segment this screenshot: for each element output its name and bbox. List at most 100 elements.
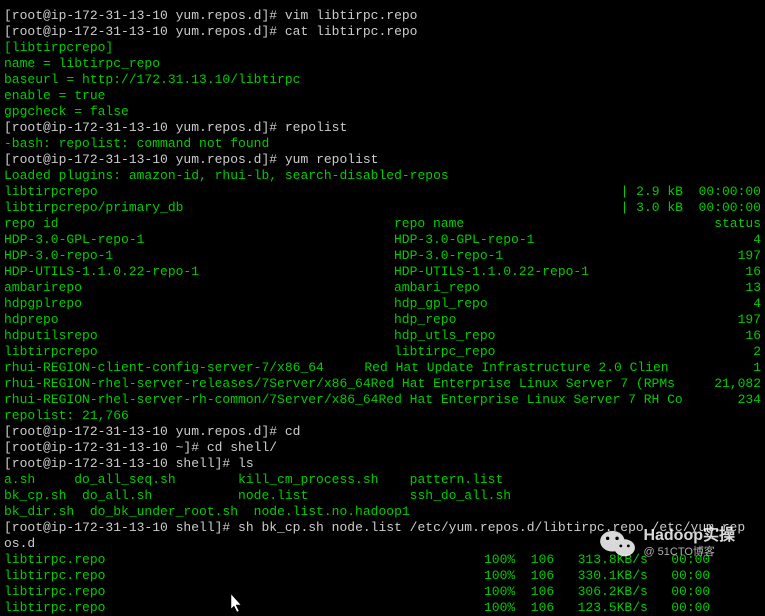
repo-row: libtirpcrepolibtirpc_repo2 <box>4 344 761 360</box>
repo-name: Red Hat Enterprise Linux Server 7 RH Co <box>378 392 682 408</box>
repo-id: HDP-3.0-GPL-repo-1 <box>4 232 394 248</box>
command: vim libtirpc.repo <box>285 8 418 24</box>
download-line: libtirpcrepo | 2.9 kB 00:00:00 <box>4 184 761 200</box>
repo-status: 16 <box>661 328 761 344</box>
shell-prompt: [root@ip-172-31-13-10 shell]# <box>4 520 238 536</box>
command: cd shell/ <box>207 440 277 456</box>
repo-status: 197 <box>661 248 761 264</box>
repo-name: hdp_utls_repo <box>394 328 661 344</box>
repo-id: HDP-UTILS-1.1.0.22-repo-1 <box>4 264 394 280</box>
repo-id: libtirpcrepo <box>4 344 394 360</box>
repo-id: rhui-REGION-client-config-server-7/x86_6… <box>4 360 364 376</box>
header-status: status <box>661 216 761 232</box>
transfer-stat: 100% 106 306.2KB/s 00:00 <box>484 584 761 600</box>
repo-id: HDP-3.0-repo-1 <box>4 248 394 264</box>
repo-status: 197 <box>661 312 761 328</box>
watermark-text: Hadoop实操 <box>643 528 735 544</box>
repo-status: 4 <box>661 296 761 312</box>
repo-name: hdp_repo <box>394 312 661 328</box>
repo-status: 1 <box>669 360 761 376</box>
repo-name: HDP-3.0-repo-1 <box>394 248 661 264</box>
transfer-file: libtirpc.repo <box>4 568 484 584</box>
repo-row: HDP-UTILS-1.1.0.22-repo-1HDP-UTILS-1.1.0… <box>4 264 761 280</box>
repo-name: hdp_gpl_repo <box>394 296 661 312</box>
shell-prompt: [root@ip-172-31-13-10 yum.repos.d]# <box>4 24 285 40</box>
output-line: gpgcheck = false <box>4 104 761 120</box>
prompt-line: [root@ip-172-31-13-10 yum.repos.d]# yum … <box>4 152 761 168</box>
repo-id: hdputilsrepo <box>4 328 394 344</box>
output-line: Loaded plugins: amazon-id, rhui-lb, sear… <box>4 168 761 184</box>
cursor-icon <box>230 594 244 614</box>
transfer-stat: 100% 106 330.1KB/s 00:00 <box>484 568 761 584</box>
repo-row: rhui-REGION-rhel-server-rh-common/7Serve… <box>4 392 761 408</box>
repo-name: HDP-UTILS-1.1.0.22-repo-1 <box>394 264 661 280</box>
transfer-stat: 100% 106 123.5KB/s 00:00 <box>484 600 761 616</box>
repo-row: hdprepohdp_repo197 <box>4 312 761 328</box>
header-id: repo id <box>4 216 394 232</box>
repo-id: rhui-REGION-rhel-server-releases/7Server… <box>4 376 371 392</box>
prompt-line: [root@ip-172-31-13-10 ~]# cd shell/ <box>4 440 761 456</box>
transfer-file: libtirpc.repo <box>4 552 484 568</box>
repo-row: hdputilsrepohdp_utls_repo16 <box>4 328 761 344</box>
repo-row: ambarirepoambari_repo13 <box>4 280 761 296</box>
prompt-line: [root@ip-172-31-13-10 yum.repos.d]# cd <box>4 424 761 440</box>
ls-line: bk_dir.sh do_bk_under_root.sh node.list.… <box>4 504 761 520</box>
shell-prompt: [root@ip-172-31-13-10 ~]# <box>4 440 207 456</box>
repo-id: rhui-REGION-rhel-server-rh-common/7Serve… <box>4 392 378 408</box>
output-line: baseurl = http://172.31.13.10/libtirpc <box>4 72 761 88</box>
ls-line: a.sh do_all_seq.sh kill_cm_process.sh pa… <box>4 472 761 488</box>
repo-row: HDP-3.0-GPL-repo-1HDP-3.0-GPL-repo-14 <box>4 232 761 248</box>
repo-id: hdpgplrepo <box>4 296 394 312</box>
command: cat libtirpc.repo <box>285 24 418 40</box>
ls-line: bk_cp.sh do_all.sh node.list ssh_do_all.… <box>4 488 761 504</box>
download-line: libtirpcrepo/primary_db | 3.0 kB 00:00:00 <box>4 200 761 216</box>
repo-name: HDP-3.0-GPL-repo-1 <box>394 232 661 248</box>
repo-status: 16 <box>661 264 761 280</box>
repo-name: libtirpcrepo/primary_db <box>4 200 183 216</box>
repo-row: rhui-REGION-client-config-server-7/x86_6… <box>4 360 761 376</box>
transfer-row: libtirpc.repo100% 106 330.1KB/s 00:00 <box>4 568 761 584</box>
watermark-subtext: @ 51CTO博客 <box>643 544 735 560</box>
shell-prompt: [root@ip-172-31-13-10 yum.repos.d]# <box>4 8 285 24</box>
output-line: name = libtirpc_repo <box>4 56 761 72</box>
watermark: Hadoop实操 @ 51CTO博客 <box>599 528 735 560</box>
download-stat: | 3.0 kB 00:00:00 <box>621 200 761 216</box>
repo-header: repo idrepo namestatus <box>4 216 761 232</box>
repo-row: hdpgplrepohdp_gpl_repo4 <box>4 296 761 312</box>
repo-status: 2 <box>661 344 761 360</box>
repo-status: 234 <box>683 392 761 408</box>
transfer-row: libtirpc.repo100% 106 123.5KB/s 00:00 <box>4 600 761 616</box>
prompt-line: [root@ip-172-31-13-10 yum.repos.d]# cat … <box>4 24 761 40</box>
command: yum repolist <box>285 152 379 168</box>
repo-id: hdprepo <box>4 312 394 328</box>
shell-prompt: [root@ip-172-31-13-10 shell]# <box>4 456 238 472</box>
command: ls <box>238 456 254 472</box>
output-line: [libtirpcrepo] <box>4 40 761 56</box>
repo-row: HDP-3.0-repo-1HDP-3.0-repo-1197 <box>4 248 761 264</box>
output-line: enable = true <box>4 88 761 104</box>
repo-status: 21,082 <box>675 376 761 392</box>
repo-name: libtirpc_repo <box>394 344 661 360</box>
prompt-line: [root@ip-172-31-13-10 shell]# ls <box>4 456 761 472</box>
transfer-file: libtirpc.repo <box>4 600 484 616</box>
repo-name: Red Hat Update Infrastructure 2.0 Clien <box>364 360 668 376</box>
transfer-file: libtirpc.repo <box>4 584 484 600</box>
shell-prompt: [root@ip-172-31-13-10 yum.repos.d]# <box>4 120 285 136</box>
download-stat: | 2.9 kB 00:00:00 <box>621 184 761 200</box>
repo-status: 13 <box>661 280 761 296</box>
wechat-icon <box>599 528 637 560</box>
command: repolist <box>285 120 347 136</box>
prompt-line: [root@ip-172-31-13-10 yum.repos.d]# repo… <box>4 120 761 136</box>
transfer-row: libtirpc.repo100% 106 306.2KB/s 00:00 <box>4 584 761 600</box>
repo-name: libtirpcrepo <box>4 184 98 200</box>
repo-name: ambari_repo <box>394 280 661 296</box>
repo-id: ambarirepo <box>4 280 394 296</box>
error-line: -bash: repolist: command not found <box>4 136 761 152</box>
shell-prompt: [root@ip-172-31-13-10 yum.repos.d]# <box>4 424 285 440</box>
prompt-line: [root@ip-172-31-13-10 yum.repos.d]# vim … <box>4 8 761 24</box>
repo-total: repolist: 21,766 <box>4 408 761 424</box>
header-name: repo name <box>394 216 661 232</box>
repo-row: rhui-REGION-rhel-server-releases/7Server… <box>4 376 761 392</box>
repo-name: Red Hat Enterprise Linux Server 7 (RPMs <box>371 376 675 392</box>
shell-prompt: [root@ip-172-31-13-10 yum.repos.d]# <box>4 152 285 168</box>
